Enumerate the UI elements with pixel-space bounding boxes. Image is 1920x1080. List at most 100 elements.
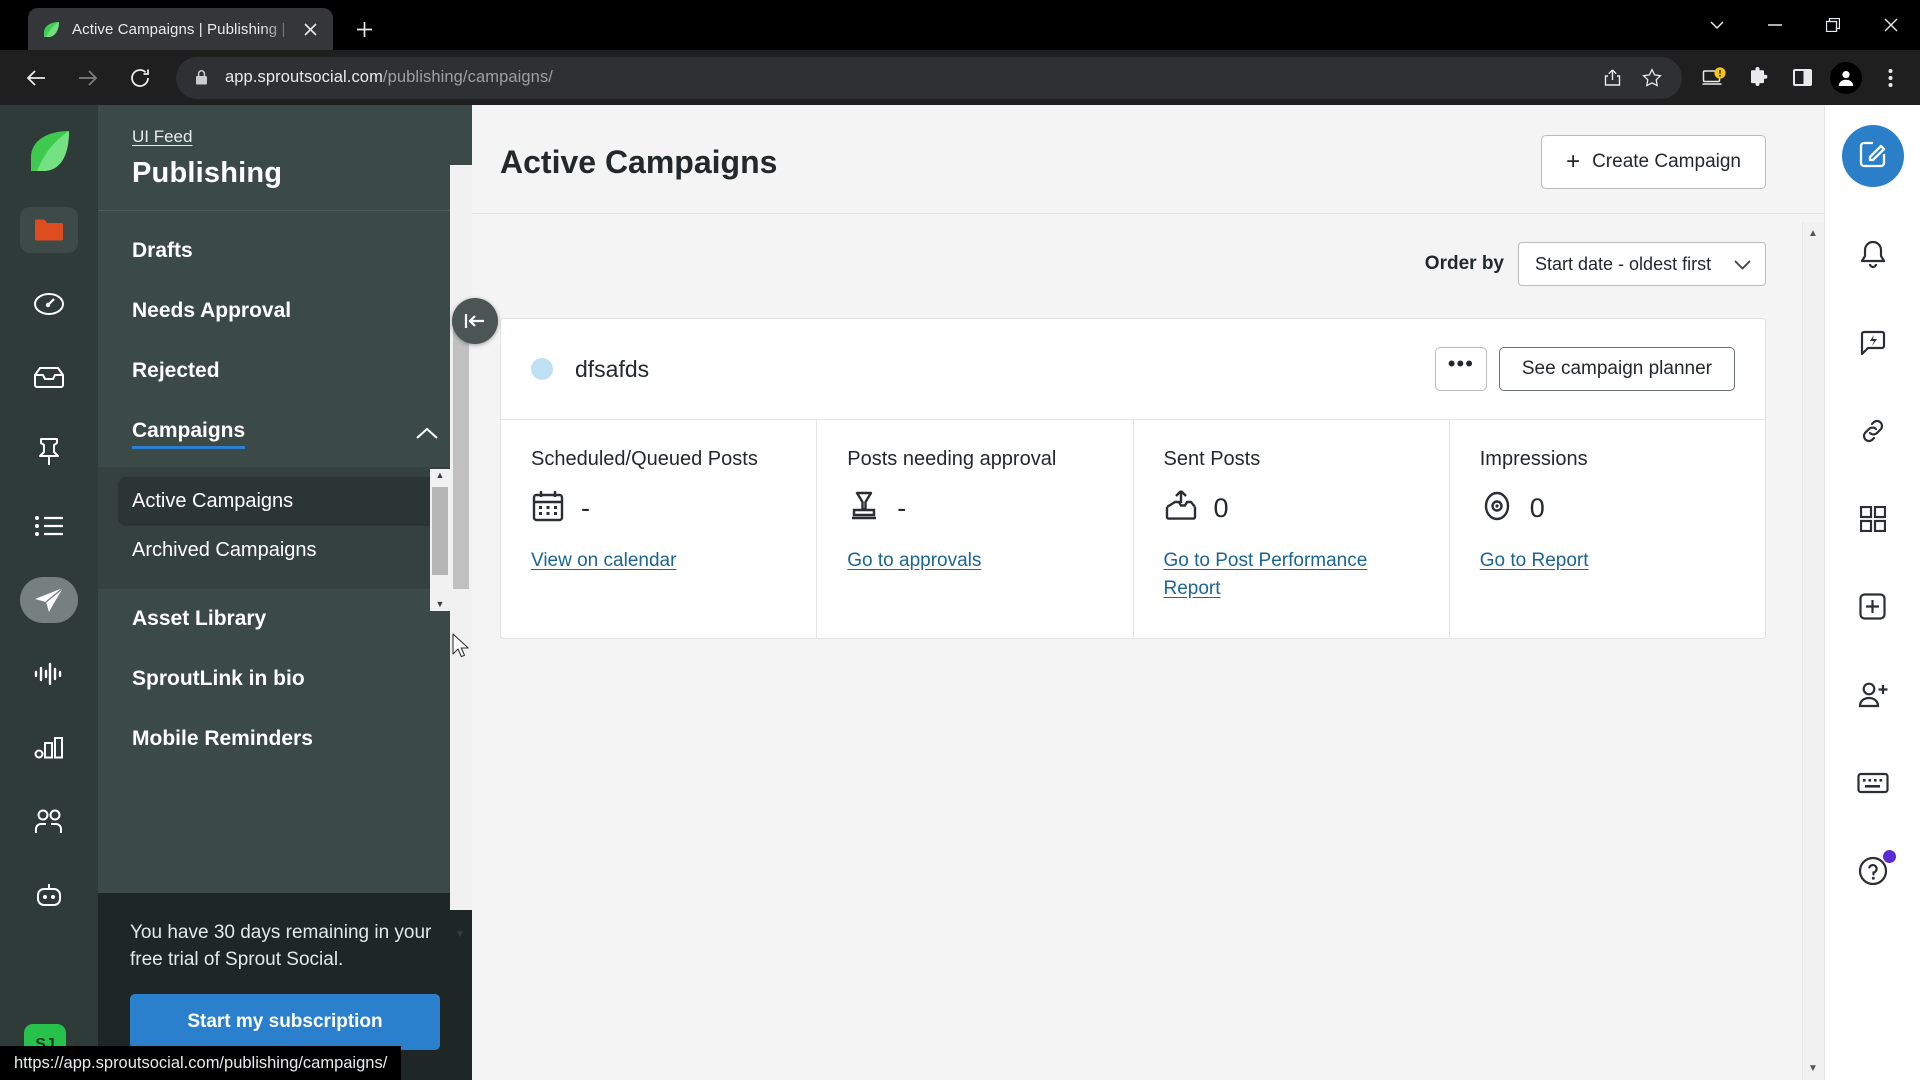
breadcrumb[interactable]: UI Feed <box>132 127 192 147</box>
lock-icon <box>194 69 209 86</box>
page-title: Active Campaigns <box>500 143 778 180</box>
rail-item-dashboard[interactable] <box>20 281 78 327</box>
sidebar-item-archived-campaigns[interactable]: Archived Campaigns <box>118 526 452 575</box>
rail-item-pin[interactable] <box>20 429 78 475</box>
order-by-value: Start date - oldest first <box>1535 253 1712 274</box>
sidebar-item-rejected[interactable]: Rejected <box>98 341 472 401</box>
go-to-report-link[interactable]: Go to Report <box>1480 547 1589 575</box>
stat-scheduled-queued-posts: Scheduled/Queued Posts - View on calenda… <box>501 420 818 639</box>
scroll-down-icon[interactable]: ▼ <box>1808 1063 1818 1074</box>
chevron-down-icon <box>1734 254 1751 275</box>
tab-title: Active Campaigns | Publishing | <box>72 20 286 38</box>
browser-window: Active Campaigns | Publishing | app.spro… <box>0 0 1920 1080</box>
create-campaign-label: Create Campaign <box>1592 151 1741 172</box>
campaign-more-button[interactable]: ••• <box>1434 347 1487 391</box>
sidebar-item-label: SproutLink in bio <box>132 667 305 690</box>
sidebar-item-mobile-reminders[interactable]: Mobile Reminders <box>98 709 472 769</box>
sidebar-item-asset-library[interactable]: Asset Library <box>98 589 472 649</box>
sidebar-item-campaigns[interactable]: Campaigns <box>98 401 472 467</box>
scroll-up-icon[interactable]: ▲ <box>436 471 445 480</box>
outbox-upload-icon <box>1164 489 1198 528</box>
close-icon[interactable] <box>297 16 323 42</box>
profile-avatar[interactable] <box>1826 58 1866 98</box>
scroll-thumb[interactable] <box>432 487 448 575</box>
browser-tab[interactable]: Active Campaigns | Publishing | <box>28 8 333 50</box>
sidebar-item-drafts[interactable]: Drafts <box>98 221 472 281</box>
compose-button[interactable] <box>1841 125 1904 187</box>
sidebar-item-label: Needs Approval <box>132 299 292 322</box>
tab-search-button[interactable] <box>1688 2 1746 48</box>
forward-arrow-icon[interactable] <box>67 57 109 99</box>
omnibox-actions <box>1594 60 1670 96</box>
see-campaign-planner-button[interactable]: See campaign planner <box>1498 347 1735 391</box>
order-by-select[interactable]: Start date - oldest first <box>1518 242 1766 286</box>
scroll-down-icon[interactable]: ▼ <box>436 600 445 609</box>
rail-item-publishing[interactable] <box>20 577 78 623</box>
start-subscription-button[interactable]: Start my subscription <box>130 994 440 1050</box>
rail-item-folder[interactable] <box>20 207 78 253</box>
sidebar-item-label: Campaigns <box>132 419 246 449</box>
messages-button[interactable] <box>1842 314 1904 376</box>
approval-stamp-icon <box>847 489 881 528</box>
maximize-button[interactable] <box>1804 2 1862 48</box>
keyboard-shortcuts-button[interactable] <box>1842 754 1904 816</box>
scroll-thumb[interactable] <box>453 327 469 589</box>
rail-item-bot[interactable] <box>20 873 78 919</box>
stat-label: Posts needing approval <box>847 448 1057 470</box>
minimize-button[interactable] <box>1746 2 1804 48</box>
app-icon-rail: SJ <box>0 105 98 1080</box>
compose-pencil-icon <box>1858 139 1888 174</box>
panel-icon[interactable] <box>1782 58 1822 98</box>
back-arrow-icon[interactable] <box>15 57 57 99</box>
rail-item-reports[interactable] <box>20 725 78 771</box>
notifications-button[interactable] <box>1842 226 1904 288</box>
help-button[interactable] <box>1842 842 1904 904</box>
chevron-up-icon[interactable] <box>416 422 438 446</box>
stat-label: Impressions <box>1479 448 1588 470</box>
create-campaign-button[interactable]: + Create Campaign <box>1541 135 1766 189</box>
links-button[interactable] <box>1842 402 1904 464</box>
sprout-leaf-logo[interactable] <box>21 123 77 179</box>
add-button[interactable] <box>1842 578 1904 640</box>
sidebar-scrollbar[interactable]: ▼ <box>450 165 472 940</box>
stat-sent-posts: Sent Posts 0 Go to Post Performance Repo… <box>1134 420 1450 639</box>
star-icon[interactable] <box>1634 60 1670 96</box>
address-bar[interactable]: app.sproutsocial.com/publishing/campaign… <box>176 56 1682 99</box>
go-to-post-performance-report-link[interactable]: Go to Post Performance Report <box>1164 547 1419 602</box>
rail-item-audience[interactable] <box>20 799 78 845</box>
device-notice-icon[interactable] <box>1694 58 1734 98</box>
apps-button[interactable] <box>1842 490 1904 552</box>
view-on-calendar-link[interactable]: View on calendar <box>531 547 676 575</box>
sidebar-item-needs-approval[interactable]: Needs Approval <box>98 281 472 341</box>
campaign-card: dfsafds ••• See campaign planner Schedul… <box>500 318 1766 640</box>
sidebar-item-active-campaigns[interactable]: Active Campaigns <box>118 477 452 526</box>
sprout-leaf-icon <box>42 20 61 39</box>
sidebar-item-sproutlink[interactable]: SproutLink in bio <box>98 649 472 709</box>
main-scrollbar[interactable]: ▲ ▼ <box>1802 222 1824 1080</box>
eye-icon <box>1480 489 1514 528</box>
stat-value-row: - <box>531 487 786 529</box>
rail-item-analytics-wave[interactable] <box>20 651 78 697</box>
stat-value: - <box>897 492 907 523</box>
share-icon[interactable] <box>1594 60 1630 96</box>
sidebar-subitem-label: Active Campaigns <box>132 490 294 512</box>
puzzle-icon[interactable] <box>1738 58 1778 98</box>
stat-value: - <box>581 492 590 523</box>
chrome-menu-icon[interactable] <box>1870 58 1910 98</box>
close-window-button[interactable] <box>1862 2 1920 48</box>
window-controls <box>1688 0 1920 50</box>
rail-item-listening[interactable] <box>20 503 78 549</box>
rail-item-inbox[interactable] <box>20 355 78 401</box>
collapse-sidebar-icon[interactable] <box>452 298 498 344</box>
invite-user-button[interactable] <box>1842 666 1904 728</box>
go-to-approvals-link[interactable]: Go to approvals <box>847 547 981 575</box>
subnav-scrollbar[interactable]: ▲ ▼ <box>430 469 450 611</box>
stat-value-row: 0 <box>1480 487 1735 529</box>
scroll-up-icon[interactable]: ▲ <box>1808 228 1818 239</box>
campaign-card-header: dfsafds ••• See campaign planner <box>501 319 1765 419</box>
reload-icon[interactable] <box>119 57 161 99</box>
scroll-down-icon[interactable]: ▼ <box>455 929 465 940</box>
stat-impressions: Impressions 0 Go to Report <box>1450 420 1765 638</box>
new-tab-button[interactable] <box>347 12 381 46</box>
lightning-message-icon <box>1859 329 1887 362</box>
